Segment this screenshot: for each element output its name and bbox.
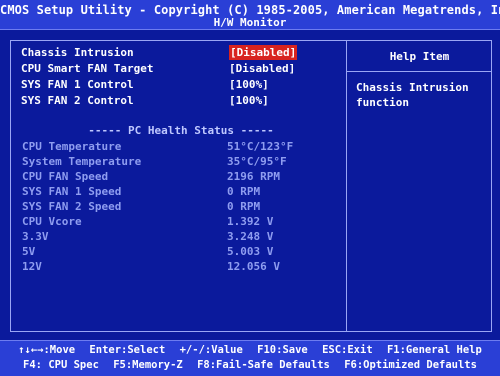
health-value: 1.392 V <box>227 215 274 228</box>
health-value: 5.003 V <box>227 245 274 258</box>
key-help-line-1: ↑↓←→:Move Enter:Select +/-/:Value F10:Sa… <box>0 344 500 356</box>
setting-label: SYS FAN 2 Control <box>21 94 134 107</box>
health-label: 5V <box>22 245 36 258</box>
health-value: 3.248 V <box>227 230 274 243</box>
health-label: CPU Vcore <box>22 215 82 228</box>
health-label: CPU Temperature <box>22 140 122 153</box>
panel-divider <box>346 40 347 332</box>
page-title: H/W Monitor <box>213 16 287 29</box>
help-text-line: function <box>356 96 409 109</box>
setting-value-selected[interactable]: [Disabled] <box>229 45 298 60</box>
key-save: F10:Save <box>257 344 308 356</box>
setting-label: CPU Smart FAN Target <box>21 62 154 75</box>
setting-value[interactable]: [Disabled] <box>229 61 295 76</box>
health-label: SYS FAN 1 Speed <box>22 185 122 198</box>
health-label: 3.3V <box>22 230 49 243</box>
health-value: 51°C/123°F <box>227 140 294 153</box>
setting-label: Chassis Intrusion <box>21 46 134 59</box>
setting-value[interactable]: [100%] <box>229 93 269 108</box>
title-bar: CMOS Setup Utility - Copyright (C) 1985-… <box>0 0 500 30</box>
key-optimized: F6:Optimized Defaults <box>344 359 477 371</box>
health-value: 0 RPM <box>227 185 261 198</box>
key-general-help: F1:General Help <box>386 344 482 356</box>
help-title: Help Item <box>389 50 450 63</box>
key-fail-safe: F8:Fail-Safe Defaults <box>197 359 330 371</box>
key-memory-z: F5:Memory-Z <box>113 359 183 371</box>
health-value: 0 RPM <box>227 200 261 213</box>
key-value: +/-/:Value <box>179 344 243 356</box>
health-value: 35°C/95°F <box>227 155 287 168</box>
help-text-line: Chassis Intrusion <box>356 81 469 94</box>
help-divider <box>347 71 492 72</box>
key-move: ↑↓←→:Move <box>18 344 76 356</box>
health-status-heading: ----- PC Health Status ----- <box>88 124 274 137</box>
key-select: Enter:Select <box>89 344 166 356</box>
health-label: System Temperature <box>22 155 142 168</box>
setting-value[interactable]: [100%] <box>229 77 269 92</box>
key-cpu-spec: F4: CPU Spec <box>23 359 99 371</box>
setting-label: SYS FAN 1 Control <box>21 78 134 91</box>
key-help-line-2: F4: CPU Spec F5:Memory-Z F8:Fail-Safe De… <box>0 359 500 371</box>
health-label: SYS FAN 2 Speed <box>22 200 122 213</box>
key-help-bar: ↑↓←→:Move Enter:Select +/-/:Value F10:Sa… <box>0 340 500 376</box>
help-text: Chassis Intrusion function <box>356 80 486 110</box>
health-label: 12V <box>22 260 42 273</box>
utility-title: CMOS Setup Utility - Copyright (C) 1985-… <box>0 3 500 17</box>
health-label: CPU FAN Speed <box>22 170 109 183</box>
health-value: 12.056 V <box>227 260 280 273</box>
health-value: 2196 RPM <box>227 170 280 183</box>
key-exit: ESC:Exit <box>322 344 373 356</box>
bios-screen: CMOS Setup Utility - Copyright (C) 1985-… <box>0 0 500 376</box>
